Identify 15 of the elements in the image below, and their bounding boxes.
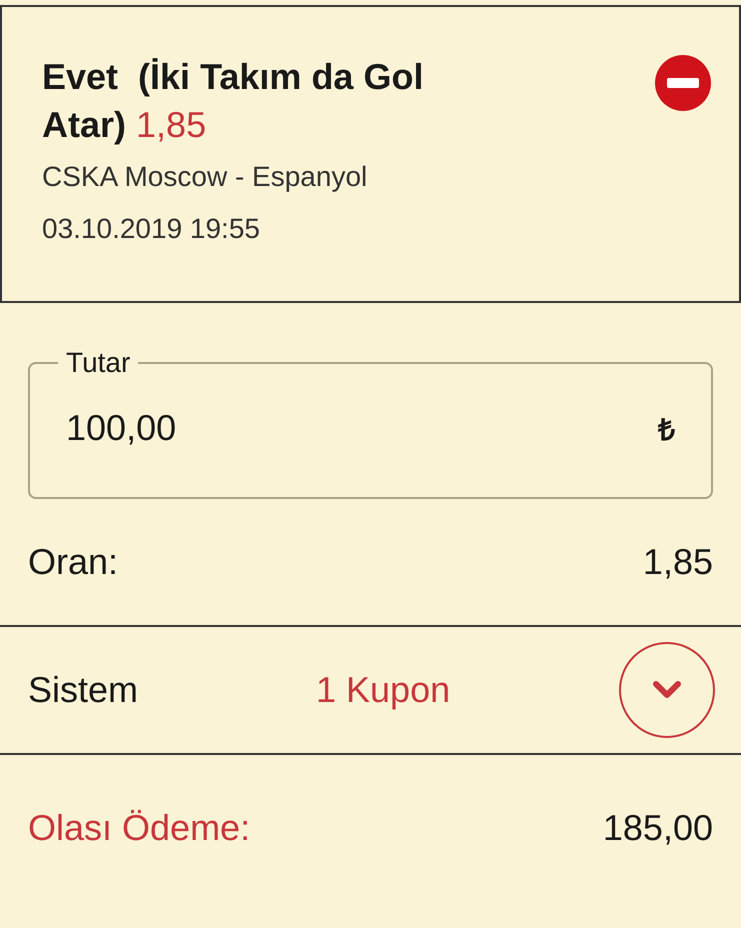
match-name: CSKA Moscow - Espanyol	[42, 161, 368, 193]
selection-title: Evet (İki Takım da Gol Atar) 1,85	[42, 55, 424, 147]
currency-symbol: ₺	[658, 412, 675, 448]
remove-icon[interactable]	[655, 55, 711, 111]
expand-button[interactable]	[619, 642, 715, 738]
system-label: Sistem	[28, 669, 140, 711]
chevron-down-icon	[652, 680, 682, 700]
coupon-count: 1 Kupon	[316, 669, 452, 711]
field-label: Tutar	[65, 347, 132, 379]
match-datetime: 03.10.2019 19:55	[42, 213, 261, 245]
payout-label: Olası Ödeme:	[28, 807, 250, 849]
amount-value: 100,00	[66, 407, 176, 449]
odds-label: Oran:	[28, 541, 118, 583]
payout-value: 185,00	[602, 807, 713, 849]
odds-total: 1,85	[642, 541, 713, 583]
